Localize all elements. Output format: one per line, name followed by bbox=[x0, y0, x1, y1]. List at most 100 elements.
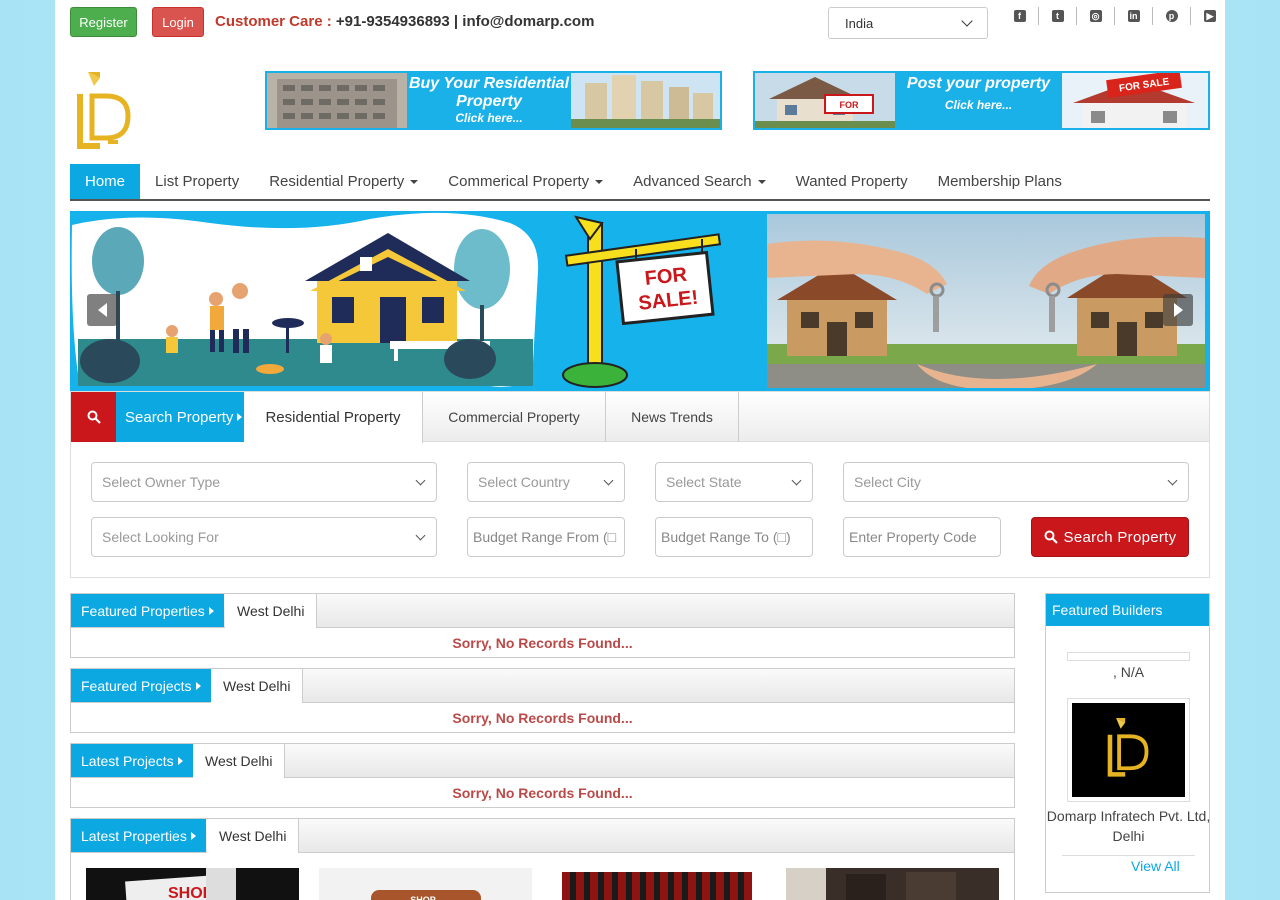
instagram-icon[interactable]: ◎ bbox=[1089, 10, 1102, 22]
builder-location: , N/A bbox=[1112, 664, 1145, 680]
post-banner-line1: Post your property bbox=[906, 75, 1051, 92]
caret-right-icon bbox=[177, 756, 183, 765]
state-value: Select State bbox=[666, 474, 742, 490]
search-icon bbox=[1044, 530, 1058, 544]
search-panel-label: Search Property bbox=[116, 392, 244, 442]
nav-item-wanted-property[interactable]: Wanted Property bbox=[781, 164, 923, 199]
post-banner-text: Post your property Click here... bbox=[895, 75, 1062, 113]
city-select[interactable]: Select City bbox=[843, 462, 1189, 502]
slider-prev-button[interactable] bbox=[87, 294, 117, 326]
search-property-button[interactable]: Search Property bbox=[1031, 517, 1189, 557]
latest-projects-title-text: Latest Projects bbox=[81, 752, 174, 769]
budget-to-input[interactable]: Budget Range To (□) bbox=[655, 517, 813, 557]
linkedin-icon[interactable]: in bbox=[1127, 10, 1140, 22]
country-select-value: India bbox=[845, 15, 874, 31]
search-property-button-label: Search Property bbox=[1063, 528, 1177, 546]
chevron-down-icon bbox=[791, 475, 802, 485]
featured-builders-sidebar: Featured Builders , N/A Domarp Infratech… bbox=[1045, 593, 1210, 893]
country-select[interactable]: India bbox=[828, 7, 988, 39]
tab-residential-property[interactable]: Residential Property bbox=[244, 392, 423, 443]
nav-item-list-property[interactable]: List Property bbox=[140, 164, 254, 199]
view-all-builders-link[interactable]: View All bbox=[1131, 858, 1180, 874]
featured-properties-empty-message: Sorry, No Records Found... bbox=[452, 635, 633, 651]
featured-properties-location-tab[interactable]: West Delhi bbox=[225, 594, 318, 628]
property-thumbnail[interactable]: SHOP bbox=[319, 868, 532, 900]
looking-for-select[interactable]: Select Looking For bbox=[91, 517, 437, 557]
chevron-down-icon bbox=[415, 475, 426, 485]
tab-commercial-property[interactable]: Commercial Property bbox=[423, 392, 606, 442]
featured-properties-section: Featured Properties West Delhi Sorry, No… bbox=[70, 593, 1015, 658]
nav-item-home[interactable]: Home bbox=[70, 164, 141, 199]
caret-down-icon bbox=[595, 179, 604, 184]
search-tabs: Search Property Residential Property Com… bbox=[71, 392, 1209, 443]
featured-properties-title-text: Featured Properties bbox=[81, 602, 205, 619]
chevron-down-icon bbox=[415, 530, 426, 540]
latest-properties-location-tab[interactable]: West Delhi bbox=[207, 819, 300, 853]
latest-projects-title: Latest Projects bbox=[71, 744, 193, 777]
featured-properties-header: Featured Properties West Delhi bbox=[71, 594, 1014, 628]
site-logo[interactable] bbox=[70, 68, 140, 160]
caret-down-icon bbox=[410, 179, 419, 184]
facebook-icon[interactable]: f bbox=[1013, 10, 1026, 22]
chevron-right-icon bbox=[1173, 303, 1183, 317]
login-button[interactable]: Login bbox=[152, 7, 204, 37]
caret-right-icon bbox=[195, 681, 201, 690]
nav-item-residential-label: Residential Property bbox=[269, 173, 405, 190]
builder-image-placeholder[interactable] bbox=[1067, 652, 1190, 661]
state-select[interactable]: Select State bbox=[655, 462, 813, 502]
budget-from-input[interactable]: Budget Range From (□ bbox=[467, 517, 625, 557]
customer-care-phone[interactable]: +91-9354936893 bbox=[336, 13, 450, 30]
family-house-illustration: FOR SALE! bbox=[71, 212, 722, 388]
post-property-banner[interactable]: FOR FOR SALE Post your property Click he… bbox=[753, 71, 1210, 130]
latest-projects-empty-message: Sorry, No Records Found... bbox=[452, 785, 633, 801]
featured-projects-title-text: Featured Projects bbox=[81, 677, 192, 694]
property-thumbnail[interactable] bbox=[786, 868, 999, 900]
nav-item-commercial-label: Commerical Property bbox=[448, 173, 590, 190]
tab-news-trends[interactable]: News Trends bbox=[606, 392, 739, 442]
city-value: Select City bbox=[854, 474, 921, 490]
property-code-input[interactable]: Enter Property Code bbox=[843, 517, 1001, 557]
featured-projects-section: Featured Projects West Delhi Sorry, No R… bbox=[70, 668, 1015, 733]
twitter-icon[interactable]: t bbox=[1051, 10, 1064, 22]
latest-projects-section: Latest Projects West Delhi Sorry, No Rec… bbox=[70, 743, 1015, 808]
page: Register Login Customer Care : +91-93549… bbox=[55, 0, 1225, 900]
nav-item-commercial-property[interactable]: Commerical Property bbox=[433, 164, 618, 199]
youtube-icon[interactable]: ▶ bbox=[1204, 10, 1216, 22]
caret-down-icon bbox=[757, 179, 766, 184]
hero-slider: FOR SALE! bbox=[70, 211, 1210, 391]
pinterest-icon[interactable]: p bbox=[1165, 10, 1178, 22]
builder-logo-image bbox=[1072, 703, 1185, 797]
country-filter-select[interactable]: Select Country bbox=[467, 462, 625, 502]
builder-logo[interactable] bbox=[1067, 698, 1190, 802]
featured-projects-title: Featured Projects bbox=[71, 669, 211, 702]
property-thumbnail[interactable] bbox=[552, 868, 765, 900]
caret-right-icon bbox=[208, 606, 214, 615]
property-thumbnail[interactable]: SHOP bbox=[86, 868, 299, 900]
owner-type-select[interactable]: Select Owner Type bbox=[91, 462, 437, 502]
latest-properties-header: Latest Properties West Delhi bbox=[71, 819, 1014, 853]
buy-banner-cta: Click here... bbox=[455, 110, 523, 125]
featured-projects-header: Featured Projects West Delhi bbox=[71, 669, 1014, 703]
nav-item-residential-property[interactable]: Residential Property bbox=[254, 164, 433, 199]
main-nav: Home List Property Residential Property … bbox=[70, 164, 1210, 201]
divider bbox=[1062, 855, 1195, 856]
latest-projects-header: Latest Projects West Delhi bbox=[71, 744, 1014, 778]
register-button[interactable]: Register bbox=[70, 7, 137, 37]
svg-text:SHOP: SHOP bbox=[410, 895, 436, 900]
nav-item-advanced-search[interactable]: Advanced Search bbox=[618, 164, 780, 199]
nav-item-membership-plans[interactable]: Membership Plans bbox=[923, 164, 1077, 199]
buy-banner-line1: Buy Your Residential bbox=[408, 75, 570, 92]
slider-next-button[interactable] bbox=[1163, 294, 1193, 326]
featured-projects-location-tab[interactable]: West Delhi bbox=[211, 669, 304, 703]
buy-property-banner[interactable]: Buy Your Residential Property Click here… bbox=[265, 71, 722, 130]
caret-right-icon bbox=[190, 831, 196, 840]
builder-name[interactable]: Domarp Infratech Pvt. Ltd, Delhi bbox=[1046, 806, 1211, 846]
customer-care-email[interactable]: info@domarp.com bbox=[462, 13, 594, 30]
customer-care-label: Customer Care : bbox=[215, 13, 332, 30]
post-banner-cta: Click here... bbox=[944, 98, 1013, 113]
owner-type-value: Select Owner Type bbox=[102, 474, 221, 490]
looking-for-value: Select Looking For bbox=[102, 529, 219, 545]
caret-right-icon bbox=[237, 413, 243, 421]
nav-item-advanced-label: Advanced Search bbox=[633, 173, 752, 190]
latest-projects-location-tab[interactable]: West Delhi bbox=[193, 744, 286, 778]
